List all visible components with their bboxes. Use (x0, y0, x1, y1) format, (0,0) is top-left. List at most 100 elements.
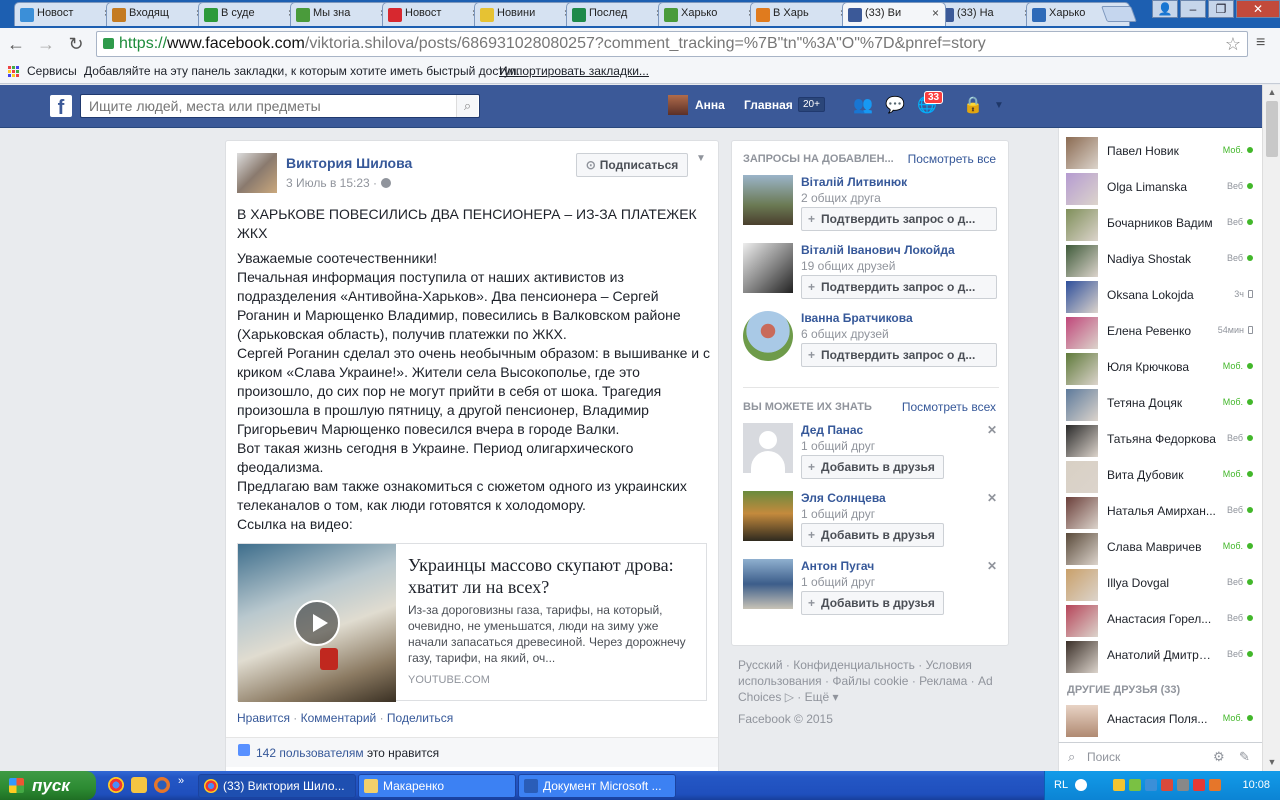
compose-icon[interactable]: ✎ (1239, 743, 1250, 771)
minimize-button[interactable]: – (1180, 0, 1206, 18)
footer-link-more[interactable]: Ещё (805, 690, 830, 704)
post-date-text[interactable]: 3 Июль в 15:23 · (286, 176, 377, 190)
pymk-avatar[interactable] (743, 423, 793, 473)
scroll-up-icon[interactable]: ▲ (1266, 87, 1278, 99)
scroll-down-icon[interactable]: ▼ (1266, 757, 1278, 769)
post-author-avatar[interactable] (237, 153, 277, 193)
chat-search[interactable]: ⌕ Поиск ⚙ ✎ (1058, 742, 1262, 772)
comment-link[interactable]: Комментарий (301, 711, 377, 725)
close-tab-icon[interactable]: × (932, 6, 939, 20)
chat-contact[interactable]: Тетяна Доцяк Моб. (1059, 386, 1262, 422)
video-title[interactable]: Украинцы массово скупают дрова: хватит л… (408, 554, 698, 598)
volume-icon[interactable] (1177, 779, 1189, 791)
back-icon[interactable]: ← (4, 33, 28, 55)
browser-tab[interactable]: Новост× (14, 2, 118, 26)
bookmark-star-icon[interactable]: ☆ (1225, 32, 1241, 56)
antivirus-icon[interactable] (1193, 779, 1205, 791)
chat-contact[interactable]: Юля Крючкова Моб. (1059, 350, 1262, 386)
privacy-lock-icon[interactable]: 🔒 (962, 97, 984, 115)
video-thumbnail[interactable] (238, 544, 396, 702)
pymk-avatar[interactable] (743, 559, 793, 609)
chat-contact[interactable]: Анастасия Поля... Моб. (1059, 702, 1262, 738)
footer-link-language[interactable]: Русский (738, 658, 783, 672)
chat-contact[interactable]: Павел Новик Моб. (1059, 134, 1262, 170)
likes-count-link[interactable]: 142 пользователям (256, 746, 364, 760)
request-name[interactable]: Іванна Братчикова (801, 311, 913, 325)
chrome-menu-icon[interactable]: ≡ (1256, 34, 1265, 52)
tray-app-icon[interactable] (1209, 779, 1221, 791)
pymk-name[interactable]: Эля Солнцева (801, 491, 886, 505)
taskbar-button[interactable]: Документ Microsoft ... (518, 774, 676, 798)
pymk-name[interactable]: Антон Пугач (801, 559, 874, 573)
chrome-icon[interactable] (108, 777, 124, 793)
request-avatar[interactable] (743, 243, 793, 293)
chat-contact[interactable]: Татьяна Федоркова Веб (1059, 422, 1262, 458)
confirm-request-button[interactable]: Подтвердить запрос о д... (801, 207, 997, 231)
browser-tab[interactable]: Новини× (474, 2, 578, 26)
post-author-name[interactable]: Виктория Шилова (286, 155, 412, 171)
tray-app-icon[interactable] (1113, 779, 1125, 791)
firefox-icon[interactable] (154, 777, 170, 793)
search-icon[interactable]: ⌕ (456, 95, 478, 117)
people-you-may-know-header[interactable]: ВЫ МОЖЕТЕ ИХ ЗНАТЬ (743, 401, 872, 413)
facebook-search-input[interactable] (80, 94, 480, 118)
request-avatar[interactable] (743, 311, 793, 361)
tray-app-icon[interactable] (1161, 779, 1173, 791)
taskbar-button[interactable]: Макаренко (358, 774, 516, 798)
browser-tab[interactable]: В суде× (198, 2, 302, 26)
chat-contact[interactable]: Бочарников Вадим Веб (1059, 206, 1262, 242)
dismiss-icon[interactable]: ✕ (987, 559, 997, 573)
user-avatar[interactable] (668, 95, 688, 115)
pymk-avatar[interactable] (743, 491, 793, 541)
request-avatar[interactable] (743, 175, 793, 225)
address-bar[interactable]: https://www.facebook.com/viktoria.shilov… (96, 31, 1248, 57)
browser-tab[interactable]: В Харь× (750, 2, 854, 26)
pymk-mutual[interactable]: 1 общий друг (801, 439, 875, 453)
subscribe-button[interactable]: ⊙ Подписаться (576, 153, 688, 177)
request-mutual[interactable]: 6 общих друзей (801, 327, 889, 341)
start-button[interactable]: пуск (0, 771, 96, 800)
messages-icon[interactable]: 💬 (884, 97, 906, 115)
chat-contact[interactable]: Елена Ревенко 54мин (1059, 314, 1262, 350)
chat-contact[interactable]: Анатолий Дмитриев Веб (1059, 638, 1262, 674)
maximize-button[interactable]: ❐ (1208, 0, 1234, 18)
apps-icon[interactable] (8, 66, 20, 78)
request-name[interactable]: Віталій Литвинюк (801, 175, 907, 189)
request-mutual[interactable]: 2 общих друга (801, 191, 881, 205)
profile-link[interactable]: Анна (695, 98, 725, 112)
bookmark-services[interactable]: Сервисы (27, 60, 77, 82)
reload-icon[interactable]: ↻ (64, 33, 88, 55)
share-link[interactable]: Поделиться (387, 711, 453, 725)
facebook-logo[interactable]: f (50, 95, 72, 119)
requests-see-all-link[interactable]: Посмотреть все (908, 152, 996, 166)
footer-link-cookies[interactable]: Файлы cookie (832, 674, 908, 688)
add-friend-button[interactable]: Добавить в друзья (801, 455, 944, 479)
language-indicator[interactable]: RL (1054, 779, 1068, 791)
chat-contact[interactable]: Слава Мавричев Моб. (1059, 530, 1262, 566)
pymk-mutual[interactable]: 1 общий друг (801, 575, 875, 589)
new-tab-button[interactable] (1101, 6, 1137, 22)
tray-app-icon[interactable] (1129, 779, 1141, 791)
chat-contact[interactable]: Анастасия Горел... Веб (1059, 602, 1262, 638)
home-link[interactable]: Главная (744, 98, 793, 112)
network-icon[interactable] (1145, 779, 1157, 791)
pymk-see-all-link[interactable]: Посмотреть всех (902, 400, 996, 414)
footer-link-privacy[interactable]: Конфиденциальность (793, 658, 915, 672)
forward-icon[interactable]: → (34, 33, 58, 55)
dismiss-icon[interactable]: ✕ (987, 423, 997, 437)
page-scrollbar[interactable]: ▲ ▼ (1262, 85, 1280, 771)
taskbar-button[interactable]: (33) Виктория Шило... (198, 774, 356, 798)
browser-tab[interactable]: Послед× (566, 2, 670, 26)
browser-tab[interactable]: Мы зна× (290, 2, 394, 26)
chat-contact[interactable]: Наталья Амирхан... Веб (1059, 494, 1262, 530)
pymk-mutual[interactable]: 1 общий друг (801, 507, 875, 521)
quicklaunch-more-icon[interactable]: » (178, 775, 188, 791)
chat-contact[interactable]: Olga Limanska Веб (1059, 170, 1262, 206)
request-mutual[interactable]: 19 общих друзей (801, 259, 895, 273)
chat-contact[interactable]: Oksana Lokojda 3ч (1059, 278, 1262, 314)
browser-tab[interactable]: (33) Ви × (842, 2, 946, 26)
confirm-request-button[interactable]: Подтвердить запрос о д... (801, 343, 997, 367)
chat-contact[interactable]: Illya Dovgal Веб (1059, 566, 1262, 602)
account-menu-chevron-icon[interactable]: ▼ (988, 97, 1010, 115)
messenger-icon[interactable] (131, 777, 147, 793)
